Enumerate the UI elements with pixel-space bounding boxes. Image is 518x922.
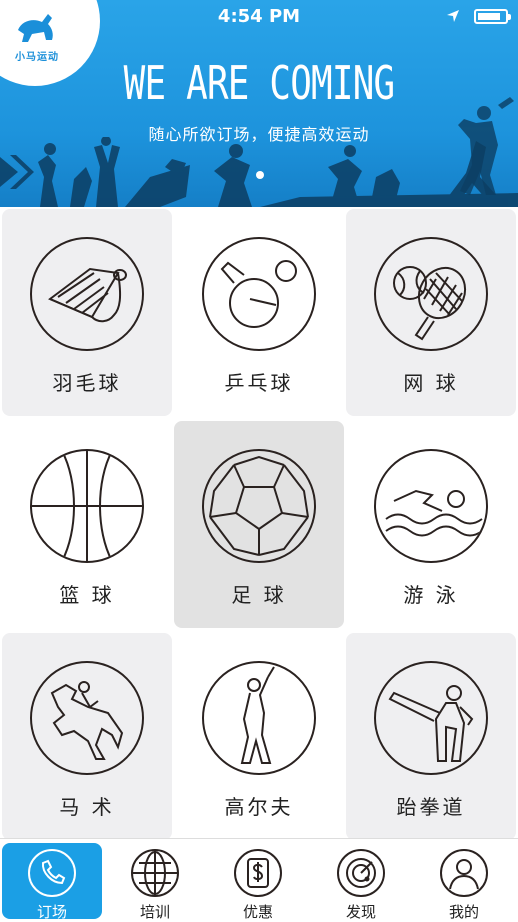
sport-label: 足 球: [231, 583, 287, 607]
radar-icon: [337, 849, 385, 897]
sport-label: 跆拳道: [396, 795, 466, 819]
sport-label: 网 球: [403, 371, 459, 395]
sport-tile-golf[interactable]: 高尔夫: [174, 633, 344, 840]
carousel-indicator[interactable]: [256, 171, 264, 179]
user-icon: [440, 849, 488, 897]
app-screen: 小马运动 WE ARE COMING 随心所欲订场，便捷高效运动 4:54 PM: [0, 0, 518, 921]
sport-tile-basketball[interactable]: 篮 球: [2, 421, 172, 628]
table-tennis-icon: [202, 237, 316, 351]
tab-label: 订场: [36, 903, 67, 921]
tab-label: 发现: [345, 903, 376, 921]
sport-tile-swimming[interactable]: 游 泳: [346, 421, 516, 628]
equestrian-icon: [30, 661, 144, 775]
sport-tile-soccer[interactable]: 足 球: [174, 421, 344, 628]
sport-tile-taekwondo[interactable]: 跆拳道: [346, 633, 516, 840]
banner-subhead: 随心所欲订场，便捷高效运动: [148, 125, 370, 144]
basketball-icon: [30, 449, 144, 563]
badminton-icon: [30, 237, 144, 351]
status-time: 4:54 PM: [217, 6, 301, 27]
phone-icon: [28, 849, 76, 897]
sport-tile-tennis[interactable]: 网 球: [346, 209, 516, 416]
tab-label: 优惠: [242, 903, 273, 921]
dollar-icon: [234, 849, 282, 897]
sport-label: 游 泳: [403, 583, 459, 607]
tab-discounts[interactable]: 优惠: [208, 843, 308, 921]
tab-booking[interactable]: 订场: [2, 843, 102, 921]
logo-text: 小马运动: [15, 52, 59, 63]
globe-icon: [131, 849, 179, 897]
tab-discover[interactable]: 发现: [311, 843, 411, 921]
status-bar: 4:54 PM: [0, 0, 518, 34]
sport-label: 篮 球: [59, 583, 115, 607]
banner-headline: WE ARE COMING: [123, 56, 395, 110]
sport-label: 高尔夫: [224, 795, 294, 819]
taekwondo-icon: [374, 661, 488, 775]
bottom-tab-bar: 订场 培训 优惠 发现 我的: [0, 838, 518, 921]
sports-grid: 羽毛球 乒乓球 网 球 篮 球 足 球 游 泳 马 术 高尔夫 跆拳道: [0, 207, 518, 840]
sport-tile-equestrian[interactable]: 马 术: [2, 633, 172, 840]
tab-profile[interactable]: 我的: [414, 843, 514, 921]
tab-training[interactable]: 培训: [105, 843, 205, 921]
battery-icon: [474, 9, 511, 24]
swimming-icon: [374, 449, 488, 563]
tennis-icon: [374, 237, 488, 351]
tab-label: 我的: [448, 903, 479, 921]
golf-icon: [202, 661, 316, 775]
sport-label: 马 术: [59, 795, 115, 819]
tennis-player-silhouette: [458, 97, 514, 195]
location-arrow-icon: [447, 10, 459, 22]
sport-tile-table-tennis[interactable]: 乒乓球: [174, 209, 344, 416]
sport-label: 羽毛球: [52, 371, 122, 395]
sport-tile-badminton[interactable]: 羽毛球: [2, 209, 172, 416]
tab-label: 培训: [139, 903, 170, 921]
soccer-icon: [202, 449, 316, 563]
sport-label: 乒乓球: [224, 371, 294, 395]
